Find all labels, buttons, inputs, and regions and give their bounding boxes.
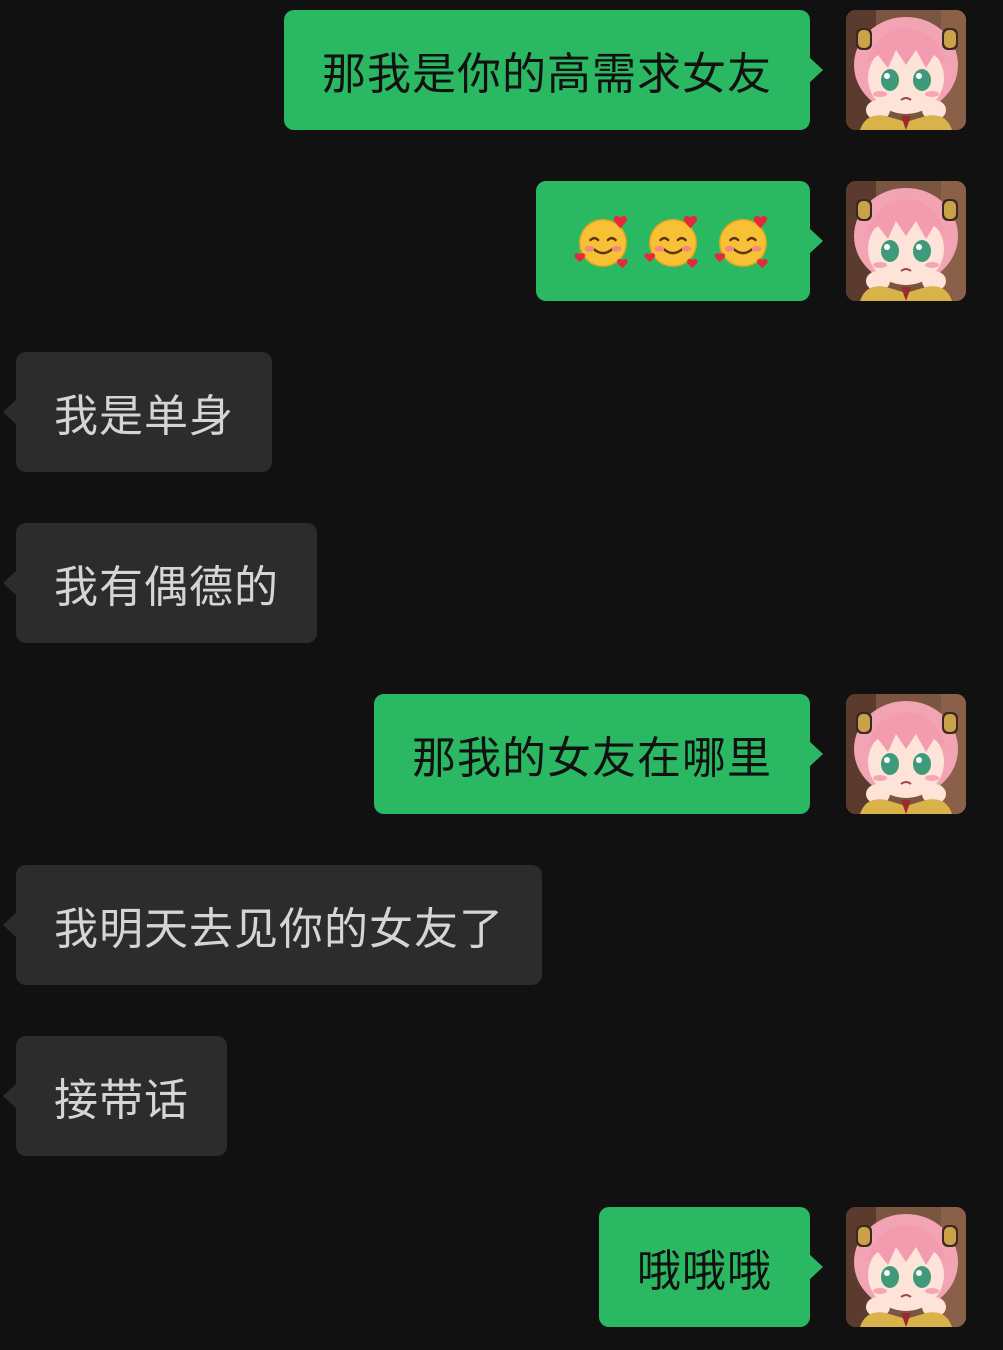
message-row: 那我的女友在哪里 bbox=[0, 694, 1003, 814]
message-row: 我是单身 bbox=[0, 352, 1003, 472]
message-text: 我明天去见你的女友了 bbox=[54, 904, 504, 955]
message-row: 哦哦哦 bbox=[0, 1207, 1003, 1327]
smiling-face-with-hearts-icon bbox=[714, 212, 772, 270]
smiling-face-with-hearts-icon bbox=[574, 212, 632, 270]
sent-message-bubble[interactable]: 那我的女友在哪里 bbox=[374, 694, 823, 814]
message-row bbox=[0, 181, 1003, 301]
message-row: 接带话 bbox=[0, 1036, 1003, 1156]
received-message-bubble[interactable]: 我明天去见你的女友了 bbox=[3, 865, 542, 985]
avatar-image bbox=[846, 181, 966, 301]
message-text: 我是单身 bbox=[54, 391, 234, 442]
avatar-image bbox=[846, 10, 966, 130]
avatar[interactable] bbox=[846, 694, 966, 814]
avatar-image bbox=[846, 694, 966, 814]
message-text: 哦哦哦 bbox=[637, 1246, 772, 1297]
avatar[interactable] bbox=[846, 181, 966, 301]
avatar-image bbox=[846, 1207, 966, 1327]
avatar[interactable] bbox=[846, 1207, 966, 1327]
message-text: 那我是你的高需求女友 bbox=[322, 49, 772, 100]
received-message-bubble[interactable]: 接带话 bbox=[3, 1036, 227, 1156]
message-text: 那我的女友在哪里 bbox=[412, 733, 772, 784]
received-message-bubble[interactable]: 我有偶德的 bbox=[3, 523, 317, 643]
received-message-bubble[interactable]: 我是单身 bbox=[3, 352, 272, 472]
message-row: 我有偶德的 bbox=[0, 523, 1003, 643]
chat-area: 那我是你的高需求女友 我是单身 我有偶德的 那我的女友在哪里 我明天去见你的女友… bbox=[0, 0, 1003, 1350]
smiling-face-with-hearts-icon bbox=[644, 212, 702, 270]
sent-message-bubble[interactable]: 哦哦哦 bbox=[599, 1207, 823, 1327]
sent-message-bubble[interactable]: 那我是你的高需求女友 bbox=[284, 10, 823, 130]
avatar[interactable] bbox=[846, 10, 966, 130]
message-row: 那我是你的高需求女友 bbox=[0, 10, 1003, 130]
sent-message-bubble[interactable] bbox=[536, 181, 823, 301]
emoji-group bbox=[574, 212, 772, 270]
message-row: 我明天去见你的女友了 bbox=[0, 865, 1003, 985]
message-text: 我有偶德的 bbox=[54, 562, 279, 613]
message-text: 接带话 bbox=[54, 1075, 189, 1126]
